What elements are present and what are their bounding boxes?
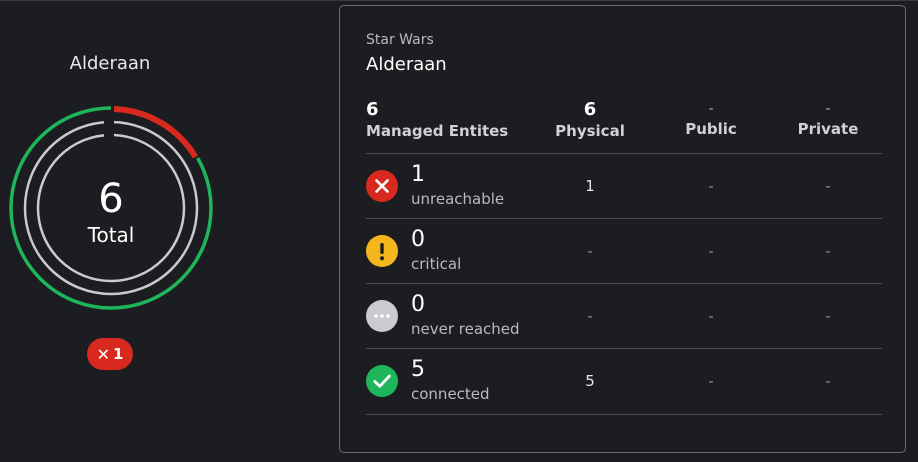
physical-cell: 5 bbox=[585, 372, 595, 390]
managed-count: 6 bbox=[366, 99, 379, 120]
site-details-panel: Star Wars Alderaan 6 Managed Entites 6 P… bbox=[339, 5, 906, 453]
status-label: critical bbox=[411, 255, 462, 273]
private-cell: - bbox=[825, 307, 831, 325]
physical-label: Physical bbox=[555, 122, 625, 140]
status-count: 0 bbox=[411, 227, 425, 252]
status-label: unreachable bbox=[411, 190, 505, 208]
physical-cell: - bbox=[587, 242, 593, 260]
panel-site-name: Alderaan bbox=[366, 54, 447, 75]
status-row-critical[interactable]: 0 critical - - - bbox=[366, 218, 882, 284]
public-label: Public bbox=[685, 120, 737, 138]
unreachable-badge[interactable]: ✕ 1 bbox=[87, 338, 133, 370]
physical-count: 6 bbox=[583, 99, 597, 120]
error-x-icon bbox=[366, 170, 398, 202]
status-row-connected[interactable]: 5 connected 5 - - bbox=[366, 348, 882, 415]
managed-label: Managed Entites bbox=[366, 122, 509, 140]
private-cell: - bbox=[825, 372, 831, 390]
header-public: - Public bbox=[661, 100, 761, 140]
site-summary-card[interactable]: Alderaan 6 Total ✕ 1 bbox=[0, 0, 220, 462]
warning-exclamation-icon bbox=[366, 235, 398, 267]
org-name: Star Wars bbox=[366, 32, 434, 48]
public-cell: - bbox=[708, 307, 714, 325]
private-cell: - bbox=[825, 177, 831, 195]
status-row-unreachable[interactable]: 1 unreachable 1 - - bbox=[366, 153, 882, 219]
public-cell: - bbox=[708, 242, 714, 260]
ellipsis-icon bbox=[366, 300, 398, 332]
total-label: Total bbox=[87, 223, 135, 247]
status-label: never reached bbox=[411, 320, 520, 338]
public-count: - bbox=[708, 101, 714, 117]
checkmark-icon bbox=[366, 365, 398, 397]
header-managed-entities: 6 Managed Entites bbox=[366, 100, 536, 142]
public-cell: - bbox=[708, 372, 714, 390]
status-label: connected bbox=[411, 385, 490, 403]
private-cell: - bbox=[825, 242, 831, 260]
physical-cell: 1 bbox=[585, 177, 595, 195]
header-physical: 6 Physical bbox=[540, 100, 640, 142]
physical-cell: - bbox=[587, 307, 593, 325]
total-count: 6 bbox=[98, 176, 124, 222]
site-name: Alderaan bbox=[69, 53, 151, 74]
unreachable-badge-count: 1 bbox=[112, 345, 124, 363]
private-label: Private bbox=[797, 120, 859, 138]
status-row-never-reached[interactable]: 0 never reached - - - bbox=[366, 283, 882, 349]
status-count: 1 bbox=[411, 162, 425, 187]
private-count: - bbox=[825, 101, 831, 117]
public-cell: - bbox=[708, 177, 714, 195]
header-private: - Private bbox=[778, 100, 878, 140]
status-count: 5 bbox=[411, 357, 425, 382]
status-ring-chart: 6 Total bbox=[8, 105, 214, 311]
close-icon: ✕ bbox=[96, 344, 110, 364]
status-count: 0 bbox=[411, 292, 425, 317]
